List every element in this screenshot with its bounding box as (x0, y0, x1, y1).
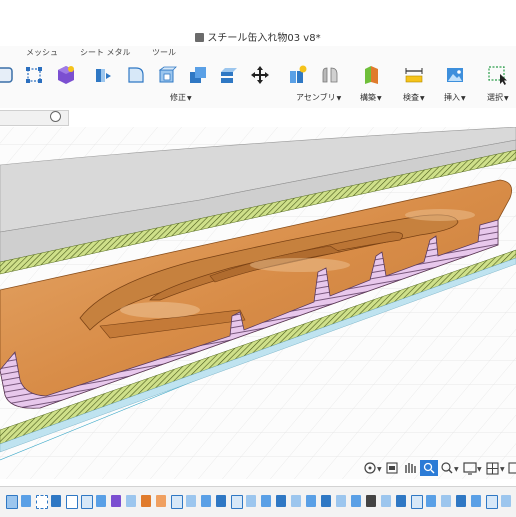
timeline-step-icon[interactable] (231, 495, 243, 509)
grid-caret-icon[interactable]: ▼ (500, 466, 505, 473)
timeline-step-icon[interactable] (36, 495, 48, 509)
sheet-metal-flange-icon[interactable] (94, 65, 114, 85)
navigation-bar: ▼ ▼ ▼ ▼ (362, 458, 516, 478)
timeline-step-icon[interactable] (246, 495, 256, 507)
model-canvas (0, 127, 516, 479)
timeline-step-icon[interactable] (156, 495, 166, 507)
timeline-step-icon[interactable] (186, 495, 196, 507)
group-assemble-label[interactable]: アセンブリ▼ (296, 92, 341, 103)
document-title-text: スチール缶入れ物03 v8* (207, 33, 321, 44)
document-title: スチール缶入れ物03 v8* (0, 29, 516, 44)
group-modify-label[interactable]: 修正▼ (170, 92, 192, 103)
orbit-icon[interactable] (364, 462, 376, 474)
offset-face-icon[interactable] (219, 65, 239, 85)
timeline-step-icon[interactable] (501, 495, 511, 507)
group-select-label[interactable]: 選択▼ (487, 92, 509, 103)
sketch-tool-icon[interactable] (0, 65, 14, 85)
construct-plane-icon[interactable] (361, 65, 381, 85)
timeline-step-icon[interactable] (456, 495, 466, 507)
fillet-icon[interactable] (126, 65, 146, 85)
viewports-icon[interactable] (508, 462, 516, 474)
timeline-step-icon[interactable] (66, 495, 78, 509)
orbit-caret-icon[interactable]: ▼ (377, 466, 382, 473)
3d-viewport[interactable] (0, 127, 516, 479)
timeline-step-icon[interactable] (6, 495, 18, 509)
timeline-step-icon[interactable] (351, 495, 361, 507)
tab-tools[interactable]: ツール (152, 47, 176, 58)
bounding-box-icon[interactable] (24, 65, 44, 85)
timeline-step-icon[interactable] (411, 495, 423, 509)
shell-icon[interactable] (157, 65, 177, 85)
timeline-step-icon[interactable] (276, 495, 286, 507)
display-settings-icon[interactable] (463, 462, 477, 475)
timeline-step-icon[interactable] (81, 495, 93, 509)
timeline-step-icon[interactable] (426, 495, 436, 507)
timeline-step-icon[interactable] (321, 495, 331, 507)
timeline-step-icon[interactable] (51, 495, 61, 507)
zoom-caret-icon[interactable]: ▼ (454, 466, 459, 473)
top-strip (0, 0, 516, 24)
look-at-icon[interactable] (386, 462, 398, 474)
insert-image-icon[interactable] (445, 65, 465, 85)
timeline-step-icon[interactable] (171, 495, 183, 509)
timeline-step-icon[interactable] (381, 495, 391, 507)
zoom-window-icon[interactable] (420, 460, 438, 476)
new-component-icon[interactable] (288, 65, 308, 85)
title-bar: スチール缶入れ物03 v8* (0, 24, 516, 47)
display-caret-icon[interactable]: ▼ (477, 466, 482, 473)
timeline-step-icon[interactable] (111, 495, 121, 507)
timeline-step-icon[interactable] (96, 495, 106, 507)
timeline-step-icon[interactable] (201, 495, 211, 507)
timeline-step-icon[interactable] (486, 495, 498, 509)
document-icon (195, 33, 205, 42)
combine-icon[interactable] (188, 65, 208, 85)
timeline-step-icon[interactable] (141, 495, 151, 507)
timeline-step-icon[interactable] (336, 495, 346, 507)
group-construct-label[interactable]: 構築▼ (360, 92, 382, 103)
move-icon[interactable] (250, 65, 270, 85)
grid-settings-icon[interactable] (486, 462, 499, 475)
toolbar-ribbon: メッシュ シート メタル ツール 修正▼ アセンブリ▼ 構築▼ 検査▼ 挿入▼ … (0, 46, 516, 109)
browser-bar (0, 108, 516, 128)
joint-icon[interactable] (320, 65, 340, 85)
radio-icon[interactable] (50, 111, 61, 122)
surface-highlight (120, 302, 200, 318)
timeline-step-icon[interactable] (216, 495, 226, 507)
group-insert-label[interactable]: 挿入▼ (444, 92, 466, 103)
timeline-step-icon[interactable] (126, 495, 136, 507)
timeline-step-icon[interactable] (396, 495, 406, 507)
measure-icon[interactable] (404, 65, 424, 85)
timeline-move-icon[interactable] (366, 495, 376, 507)
tab-sheet-metal[interactable]: シート メタル (80, 47, 131, 58)
select-icon[interactable] (488, 65, 508, 85)
timeline-step-icon[interactable] (441, 495, 451, 507)
surface-highlight (250, 258, 350, 272)
zoom-icon[interactable] (441, 462, 453, 474)
surface-highlight (405, 209, 475, 221)
pan-icon[interactable] (405, 463, 416, 473)
timeline-step-icon[interactable] (306, 495, 316, 507)
timeline-step-icon[interactable] (291, 495, 301, 507)
mesh-icon[interactable] (56, 65, 76, 85)
timeline-step-icon[interactable] (261, 495, 271, 507)
navigation-icons: ▼ ▼ ▼ ▼ (364, 460, 516, 476)
timeline-step-icon[interactable] (21, 495, 31, 507)
timeline-step-icon[interactable] (471, 495, 481, 507)
group-inspect-label[interactable]: 検査▼ (403, 92, 425, 103)
timeline-bar (0, 486, 516, 517)
tab-mesh[interactable]: メッシュ (26, 47, 58, 58)
